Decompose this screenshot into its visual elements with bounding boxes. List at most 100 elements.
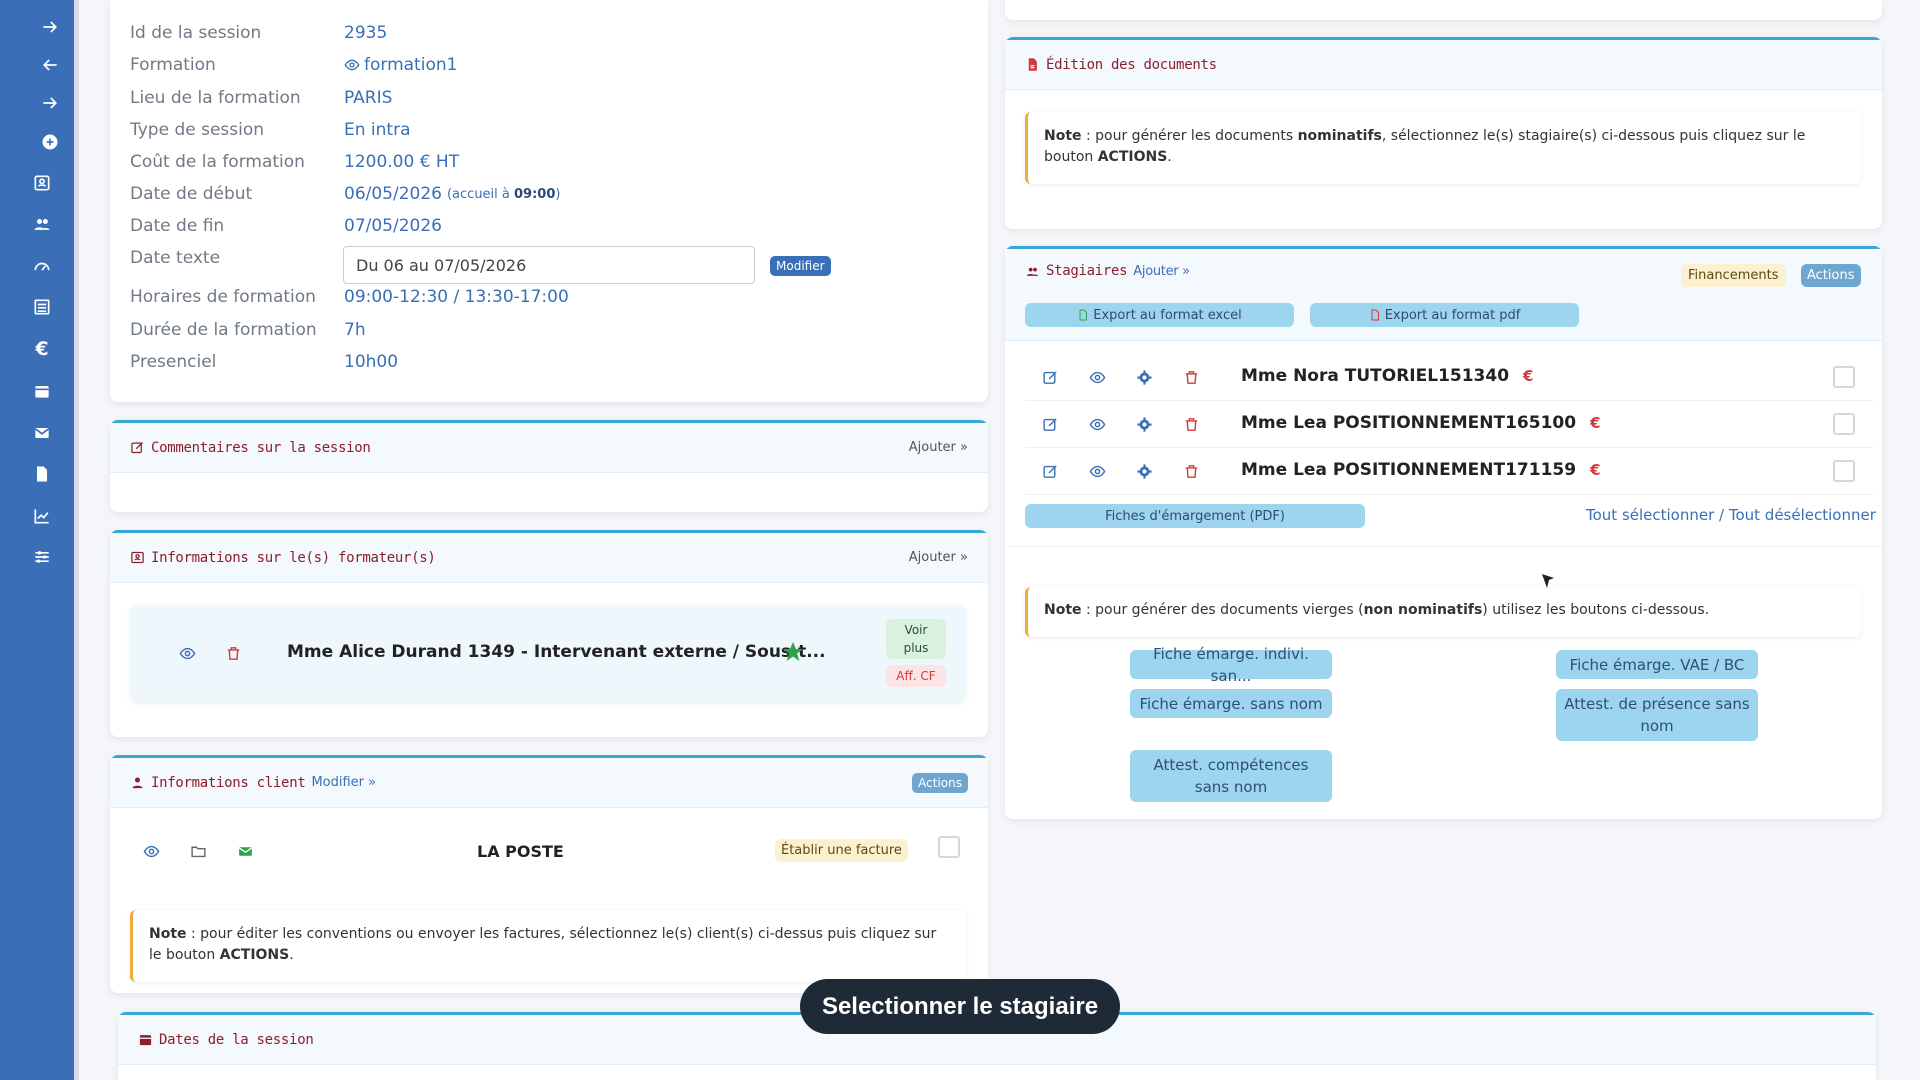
list-icon[interactable] — [28, 293, 56, 321]
stagiaire-checkbox[interactable] — [1833, 413, 1855, 435]
fiches-emargement-pdf-button[interactable]: Fiches d'émargement (PDF) — [1025, 504, 1365, 528]
client-header: Informations client Modifier » Actions — [110, 758, 988, 808]
calendar-icon[interactable] — [28, 377, 56, 405]
arrow-left-icon[interactable] — [36, 51, 64, 79]
session-row-horaires: Horaires de formation 09:00-12:30 / 13:30… — [130, 287, 569, 307]
arrow-right-icon[interactable] — [36, 13, 64, 41]
eye-icon[interactable] — [1086, 366, 1108, 388]
documents-title: Édition des documents — [1025, 57, 1217, 73]
stagiaire-row: Mme Nora TUTORIEL151340 € — [1025, 354, 1873, 401]
document-icon[interactable] — [28, 460, 56, 488]
trash-icon[interactable] — [1180, 460, 1202, 482]
euro-icon: € — [1590, 414, 1601, 432]
session-row-presenciel: Presenciel 10h00 — [130, 352, 399, 372]
excel-file-icon — [1079, 309, 1088, 321]
invoice-button[interactable]: Établir une facture — [775, 839, 908, 862]
gear-icon[interactable] — [1133, 413, 1155, 435]
stagiaires-actions-button[interactable]: Actions — [1801, 264, 1861, 287]
fiche-emarge-vae-button[interactable]: Fiche émarge. VAE / BC — [1556, 650, 1758, 679]
top-right-card — [1005, 0, 1882, 20]
star-icon[interactable] — [780, 639, 806, 665]
export-pdf-button[interactable]: Export au format pdf — [1310, 303, 1579, 327]
eye-icon[interactable] — [1086, 460, 1108, 482]
dates-title: Dates de la session — [138, 1032, 314, 1048]
mail-icon[interactable] — [28, 419, 56, 447]
pdf-file-icon — [1371, 309, 1379, 321]
gear-icon[interactable] — [1133, 366, 1155, 388]
divider — [1005, 546, 1882, 547]
users-icon[interactable] — [28, 210, 56, 238]
comments-card: Commentaires sur la session Ajouter » — [110, 420, 988, 512]
eye-icon — [344, 59, 360, 71]
attest-presence-button[interactable]: Attest. de présence sans nom — [1556, 689, 1758, 741]
session-row-id: Id de la session 2935 — [130, 23, 388, 43]
stagiaire-row: Mme Lea POSITIONNEMENT171159 € — [1025, 448, 1873, 495]
attest-competences-button[interactable]: Attest. compétences sans nom — [1130, 750, 1332, 802]
edit-icon[interactable] — [1039, 460, 1061, 482]
add-circle-icon[interactable] — [36, 128, 64, 156]
tooltip: Selectionner le stagiaire — [800, 979, 1120, 1034]
chart-line-icon[interactable] — [28, 502, 56, 530]
trash-icon[interactable] — [1180, 366, 1202, 388]
client-modify-link[interactable]: Modifier » — [311, 775, 376, 790]
documents-note: Note : pour générer les documents nomina… — [1025, 112, 1861, 184]
documents-card: Édition des documents Note : pour génére… — [1005, 37, 1882, 229]
stagiaire-name[interactable]: Mme Lea POSITIONNEMENT171159 € — [1241, 460, 1601, 480]
arrow-right-icon[interactable] — [36, 89, 64, 117]
modifier-date-button[interactable]: Modifier — [770, 256, 831, 276]
stagiaire-checkbox[interactable] — [1833, 460, 1855, 482]
trash-icon[interactable] — [222, 642, 244, 664]
stagiaires-add-link[interactable]: Ajouter » — [1133, 264, 1190, 279]
pdf-file-icon — [1028, 58, 1037, 71]
formateur-item: Mme Alice Durand 1349 - Intervenant exte… — [130, 605, 966, 701]
financements-button[interactable]: Financements — [1681, 264, 1786, 287]
sidebar-divider — [74, 0, 79, 1080]
user-card-icon[interactable] — [28, 169, 56, 197]
eye-icon[interactable] — [1086, 413, 1108, 435]
session-row-duree: Durée de la formation 7h — [130, 320, 366, 340]
fiche-emarge-sans-nom-button[interactable]: Fiche émarge. sans nom — [1130, 689, 1332, 718]
edit-icon — [131, 442, 143, 454]
stagiaire-name[interactable]: Mme Lea POSITIONNEMENT165100 € — [1241, 413, 1601, 433]
client-name: LA POSTE — [477, 842, 564, 861]
formateurs-add-link[interactable]: Ajouter » — [909, 550, 968, 565]
gauge-icon[interactable] — [28, 252, 56, 280]
users-icon — [1026, 267, 1039, 276]
stagiaire-checkbox[interactable] — [1833, 366, 1855, 388]
export-excel-button[interactable]: Export au format excel — [1025, 303, 1294, 327]
calendar-icon — [139, 1035, 152, 1046]
formateur-name: Mme Alice Durand 1349 - Intervenant exte… — [287, 642, 826, 662]
comments-add-link[interactable]: Ajouter » — [909, 440, 968, 455]
fiche-emarge-indivi-button[interactable]: Fiche émarge. indivi. san... — [1130, 645, 1332, 685]
formateurs-header: Informations sur le(s) formateur(s) Ajou… — [110, 533, 988, 583]
client-checkbox[interactable] — [938, 836, 960, 858]
client-title: Informations client — [130, 775, 306, 791]
sliders-icon[interactable] — [28, 543, 56, 571]
session-row-lieu: Lieu de la formation PARIS — [130, 88, 393, 108]
formation-link[interactable]: formation1 — [344, 55, 457, 75]
voir-plus-button[interactable]: Voir plus — [886, 619, 946, 659]
client-actions-button[interactable]: Actions — [912, 772, 968, 793]
trash-icon[interactable] — [1180, 413, 1202, 435]
edit-icon[interactable] — [1039, 413, 1061, 435]
documents-header: Édition des documents — [1005, 40, 1882, 90]
client-card: Informations client Modifier » Actions L… — [110, 755, 988, 993]
edit-icon[interactable] — [1039, 366, 1061, 388]
eye-icon[interactable] — [176, 642, 198, 664]
mail-send-icon[interactable] — [234, 840, 256, 862]
date-texte-input[interactable]: Du 06 au 07/05/2026 — [343, 246, 755, 284]
accueil-time: (accueil à 09:00) — [446, 187, 561, 202]
aff-cf-button[interactable]: Aff. CF — [886, 665, 946, 687]
euro-icon[interactable]: € — [28, 335, 56, 363]
session-row-formation: Formation formation1 — [130, 55, 458, 75]
cursor-icon — [1540, 572, 1556, 592]
eye-icon[interactable] — [140, 840, 162, 862]
client-note: Note : pour éditer les conventions ou en… — [130, 910, 966, 982]
select-all-link[interactable]: Tout sélectionner / Tout désélectionner — [1586, 506, 1876, 524]
stagiaires-header: Stagiaires Ajouter » Financements Action… — [1005, 249, 1882, 341]
session-row-cout: Coût de la formation 1200.00 € HT — [130, 152, 460, 172]
folder-icon[interactable] — [187, 840, 209, 862]
formateurs-title: Informations sur le(s) formateur(s) — [130, 550, 436, 566]
stagiaire-name[interactable]: Mme Nora TUTORIEL151340 € — [1241, 366, 1533, 386]
gear-icon[interactable] — [1133, 460, 1155, 482]
